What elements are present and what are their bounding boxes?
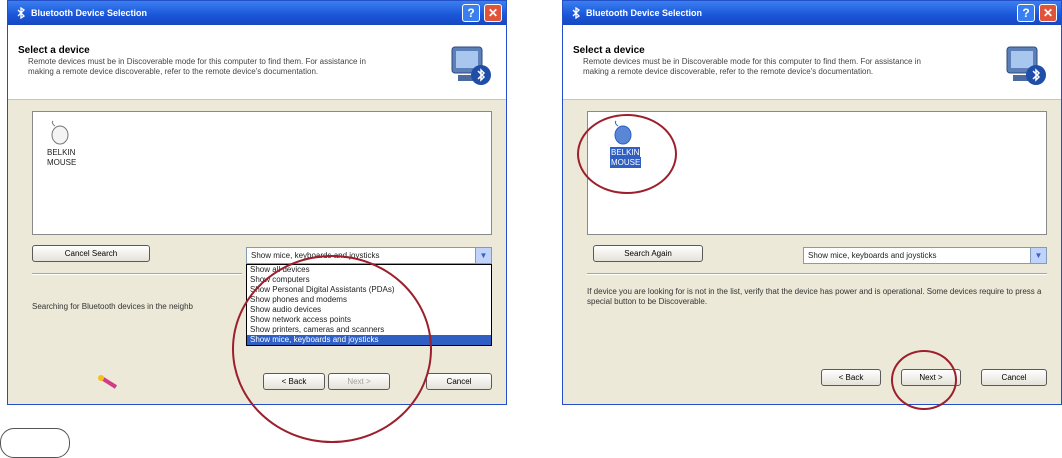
help-button[interactable]: ? — [1017, 4, 1035, 22]
help-button[interactable]: ? — [462, 4, 480, 22]
right-dialog-window: Bluetooth Device Selection ? ✕ Select a … — [562, 0, 1062, 405]
search-again-button[interactable]: Search Again — [593, 245, 703, 262]
separator — [587, 273, 1047, 275]
cancel-button[interactable]: Cancel — [981, 369, 1047, 386]
close-button[interactable]: ✕ — [484, 4, 502, 22]
header-title: Select a device — [573, 45, 645, 56]
header-description: Remote devices must be in Discoverable m… — [583, 57, 921, 76]
chevron-down-icon[interactable]: ▼ — [475, 248, 491, 263]
bluetooth-icon — [572, 7, 581, 19]
bluetooth-icon — [17, 7, 26, 19]
right-header-panel: Select a device Remote devices must be i… — [563, 25, 1061, 100]
left-window-title: Bluetooth Device Selection — [31, 8, 148, 18]
left-title-bar[interactable]: Bluetooth Device Selection ? ✕ — [8, 1, 506, 25]
header-description: Remote devices must be in Discoverable m… — [28, 57, 366, 76]
annotation-circle-next — [891, 350, 957, 410]
left-header-panel: Select a device Remote devices must be i… — [8, 25, 506, 100]
device-belkin-mouse[interactable]: BELKIN MOUSE — [47, 120, 97, 168]
filter-selected-text: Show mice, keyboards and joysticks — [808, 251, 937, 260]
separator — [32, 273, 242, 275]
computer-bluetooth-icon — [451, 46, 491, 85]
back-button[interactable]: < Back — [821, 369, 881, 386]
device-label-line1: BELKIN — [47, 148, 76, 157]
annotation-circle-device — [577, 114, 677, 194]
chevron-down-icon[interactable]: ▼ — [1030, 248, 1046, 263]
device-filter-select[interactable]: Show mice, keyboards and joysticks ▼ — [803, 247, 1047, 264]
page-tab-outline — [0, 428, 70, 458]
close-button[interactable]: ✕ — [1039, 4, 1057, 22]
computer-bluetooth-icon — [1006, 46, 1046, 85]
right-title-bar[interactable]: Bluetooth Device Selection ? ✕ — [563, 1, 1061, 25]
device-list[interactable]: BELKIN MOUSE — [32, 111, 492, 235]
cancel-search-button[interactable]: Cancel Search — [32, 245, 150, 262]
search-status-text: Searching for Bluetooth devices in the n… — [32, 302, 193, 311]
cancel-button[interactable]: Cancel — [426, 373, 492, 390]
annotation-circle-dropdown — [232, 255, 432, 443]
info-text: If device you are looking for is not in … — [587, 287, 1042, 306]
search-wand-icon — [98, 375, 118, 389]
right-window-title: Bluetooth Device Selection — [586, 8, 703, 18]
device-label-line2: MOUSE — [47, 158, 77, 167]
header-title: Select a device — [18, 45, 90, 56]
mouse-icon — [51, 120, 69, 145]
